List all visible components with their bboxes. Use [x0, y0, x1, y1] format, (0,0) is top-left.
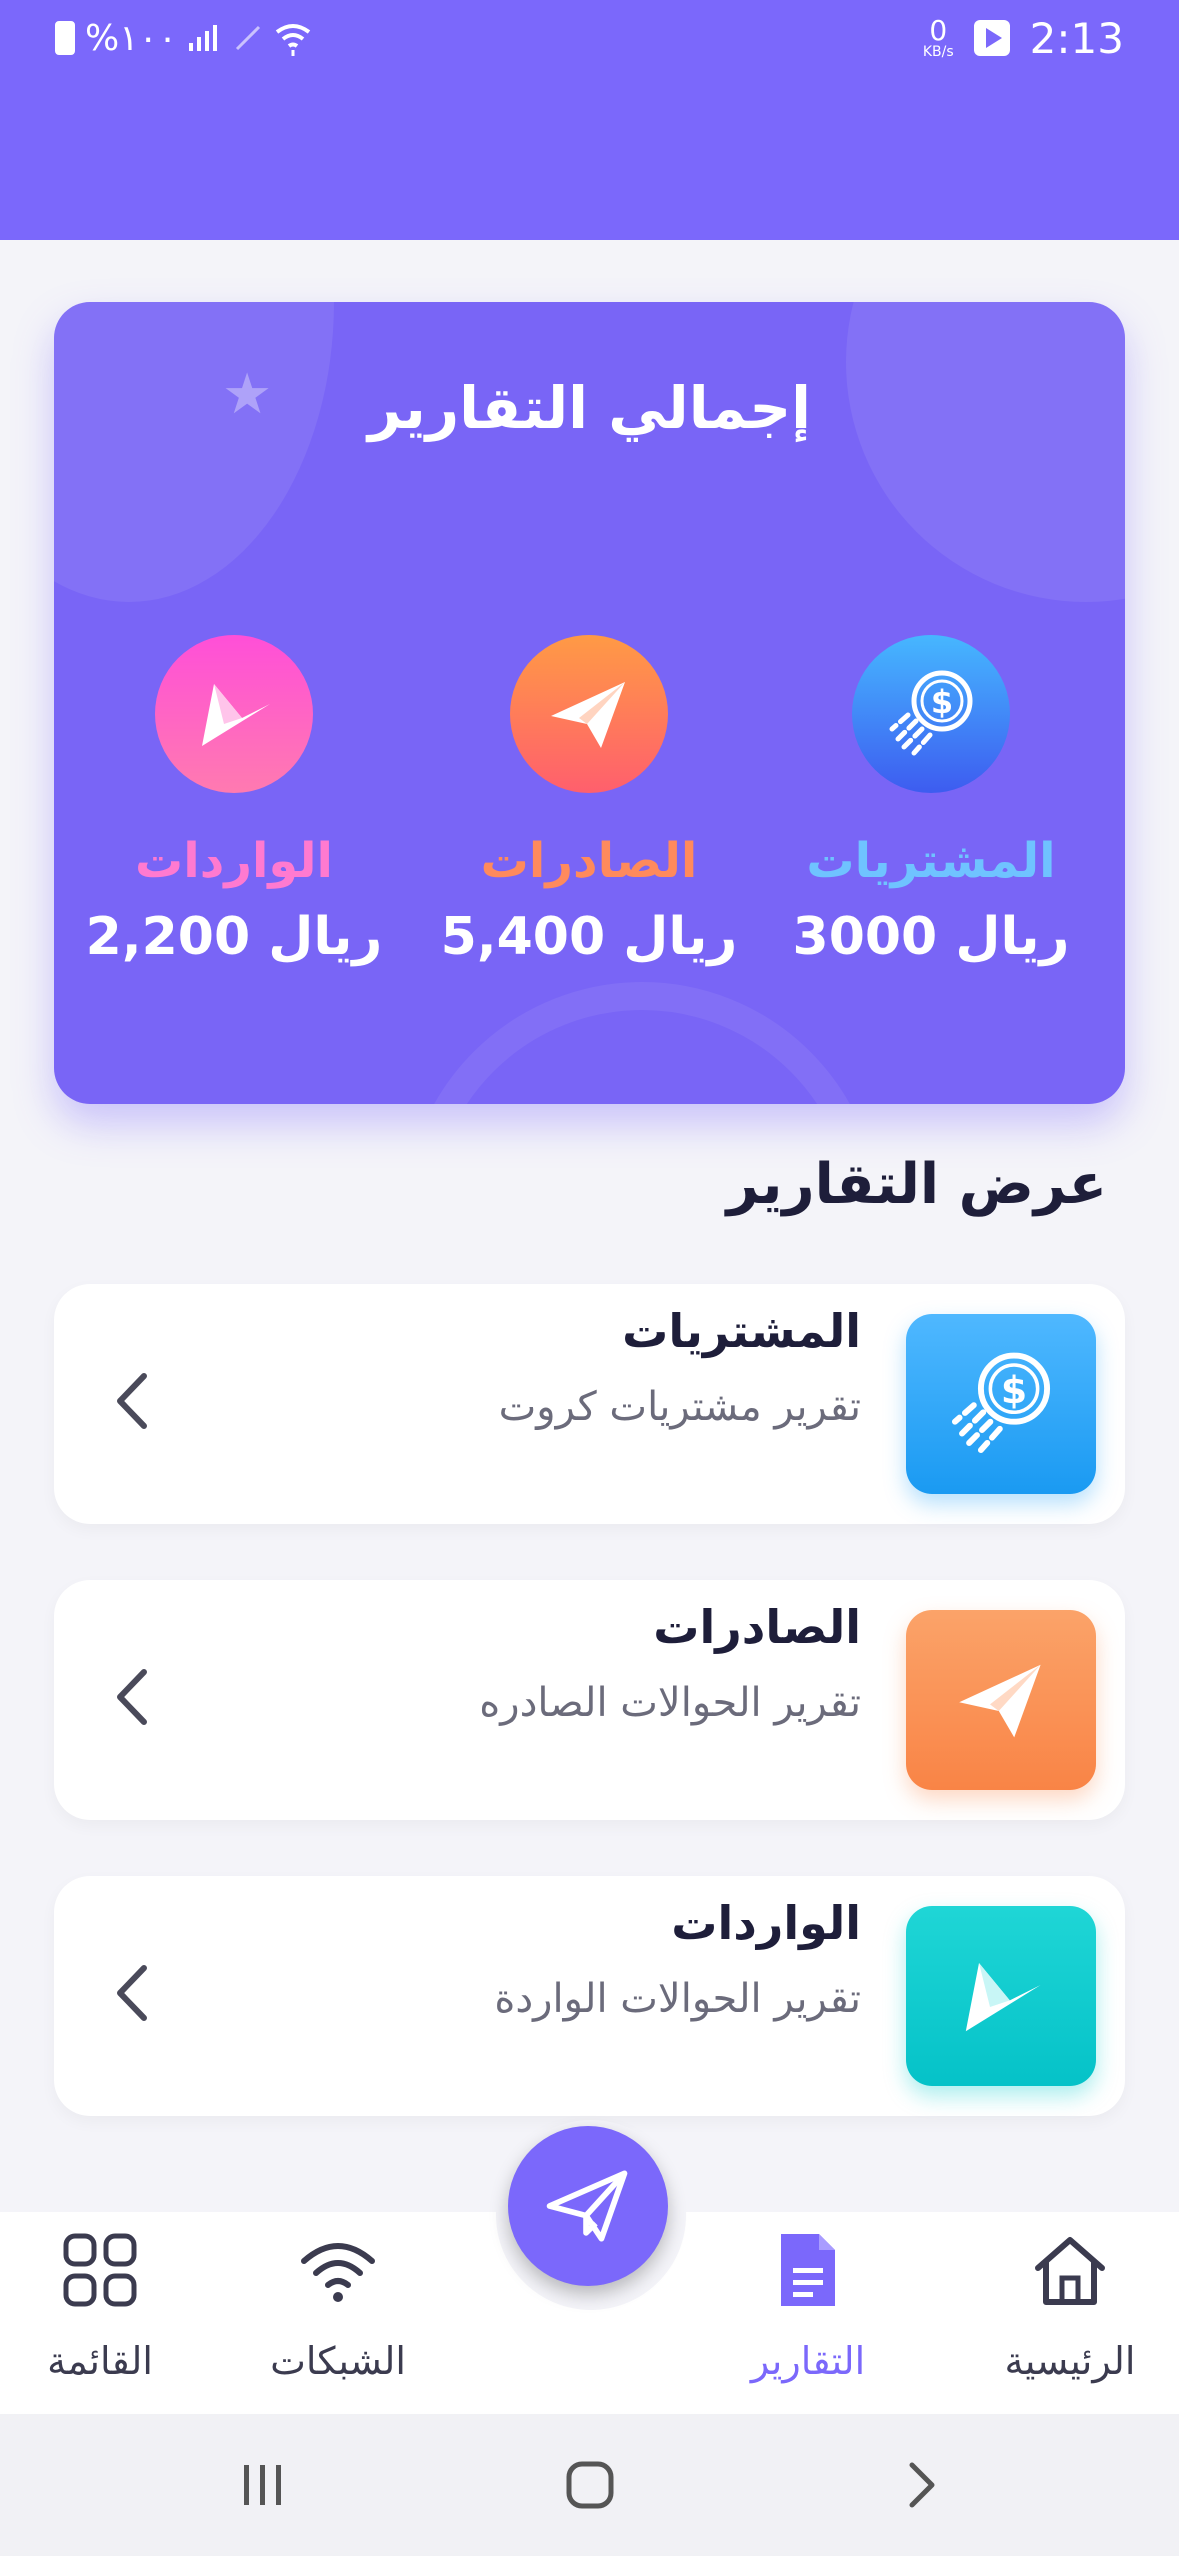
report-card-imports[interactable]: الواردات تقرير الحوالات الواردة: [54, 1876, 1125, 2116]
report-subtitle: تقرير مشتريات كروت: [498, 1384, 861, 1430]
paper-plane-icon: [546, 2170, 628, 2242]
stat-value: 5,400 ريال: [440, 907, 738, 967]
paper-plane-icon: [510, 635, 668, 793]
recent-apps-icon: [244, 2465, 281, 2505]
incoming-plane-icon: [155, 635, 313, 793]
network-speed: 0 KB/s: [922, 14, 954, 60]
back-button[interactable]: [880, 2445, 960, 2525]
battery-icon: [55, 21, 75, 55]
nav-networks[interactable]: الشبكات: [238, 2225, 438, 2383]
chevron-left-icon: [117, 1965, 147, 2021]
chevron-left-icon: [117, 1669, 147, 1725]
svg-text:$: $: [931, 683, 953, 721]
play-store-icon: [973, 20, 1010, 56]
nav-menu[interactable]: القائمة: [0, 2225, 200, 2383]
stat-label: الصادرات: [480, 833, 698, 889]
header-bar: %١٠٠ 0 KB/s 2:13: [0, 0, 1179, 240]
home-circle-icon: [566, 2461, 614, 2509]
grid-menu-icon: [0, 2225, 200, 2315]
svg-text:$: $: [1001, 1368, 1027, 1412]
status-right: 0 KB/s 2:13: [922, 13, 1124, 63]
nav-reports[interactable]: التقارير: [708, 2225, 908, 2383]
dollar-coin-icon: $: [852, 635, 1010, 793]
decor-ring: [404, 982, 880, 1104]
report-title: الواردات: [671, 1896, 861, 1950]
stat-value: 2,200 ريال: [85, 907, 383, 967]
stat-label: الواردات: [135, 833, 333, 889]
status-left: %١٠٠: [55, 14, 313, 62]
section-title: عرض التقارير: [726, 1152, 1107, 1217]
wifi-icon: [238, 2225, 438, 2315]
stat-exports[interactable]: الصادرات 5,400 ريال: [439, 635, 739, 967]
clock: 2:13: [1029, 13, 1124, 63]
chevron-left-icon: [117, 1373, 147, 1429]
wifi-icon: [276, 24, 311, 56]
report-subtitle: تقرير الحوالات الصادره: [479, 1680, 861, 1726]
net-speed-value: 0: [929, 14, 948, 47]
nav-label: القائمة: [47, 2339, 153, 2383]
chevron-right-icon: [909, 2462, 935, 2508]
send-fab-button[interactable]: [508, 2126, 668, 2286]
report-subtitle: تقرير الحوالات الواردة: [494, 1976, 861, 2022]
report-card-exports[interactable]: الصادرات تقرير الحوالات الصادره: [54, 1580, 1125, 1820]
recent-apps-button[interactable]: [222, 2445, 302, 2525]
no-sim-icon: [236, 25, 261, 51]
incoming-plane-icon: [906, 1906, 1096, 2086]
stat-imports[interactable]: الواردات 2,200 ريال: [84, 635, 384, 967]
nav-label: التقارير: [750, 2339, 866, 2383]
battery-text: %١٠٠: [85, 17, 178, 59]
stat-value: 3000 ريال: [792, 907, 1070, 967]
net-speed-unit: KB/s: [922, 44, 954, 60]
nav-label: الشبكات: [270, 2339, 406, 2383]
home-system-button[interactable]: [550, 2445, 630, 2525]
document-icon: [708, 2225, 908, 2315]
report-title: المشتريات: [622, 1304, 861, 1358]
stat-label: المشتريات: [806, 833, 1056, 889]
summary-title: إجمالي التقارير: [367, 374, 812, 442]
signal-icon: [189, 25, 218, 51]
decor-circle-left: [54, 302, 334, 602]
report-title: الصادرات: [653, 1600, 861, 1654]
paper-plane-icon: [906, 1610, 1096, 1790]
home-icon: [970, 2225, 1170, 2315]
summary-card: ★ إجمالي التقارير $ المشتريات 3000 ريال …: [54, 302, 1125, 1104]
report-card-purchases[interactable]: $ المشتريات تقرير مشتريات كروت: [54, 1284, 1125, 1524]
dollar-coin-icon: $: [906, 1314, 1096, 1494]
decor-circle-right: [846, 302, 1125, 602]
stat-purchases[interactable]: $ المشتريات 3000 ريال: [781, 635, 1081, 967]
nav-home[interactable]: الرئيسية: [970, 2225, 1170, 2383]
nav-label: الرئيسية: [1004, 2339, 1136, 2383]
